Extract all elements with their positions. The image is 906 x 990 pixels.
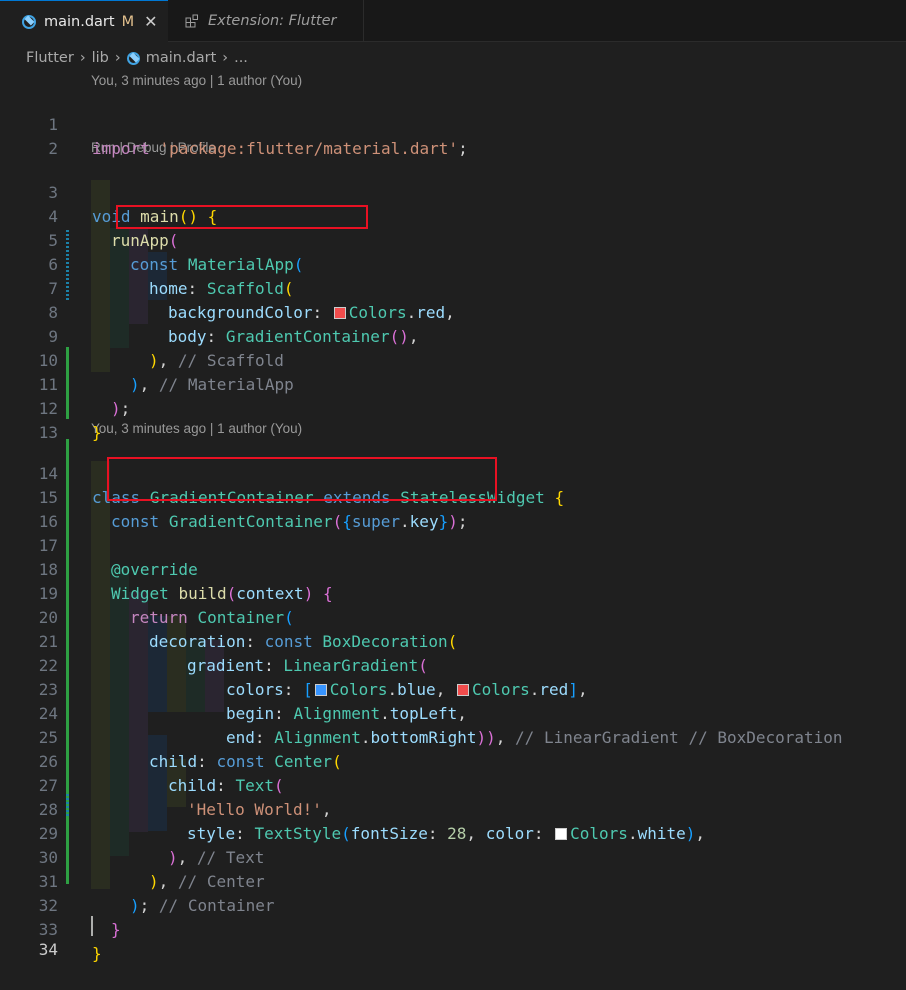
code-line: 17 @override	[0, 510, 198, 579]
code-line: 4 runApp(	[0, 181, 178, 250]
code-line: 32 }	[0, 870, 121, 939]
gutter-added-marker	[66, 347, 69, 419]
gutter-modified-marker	[66, 230, 69, 302]
code-line: 1 import 'package:flutter/material.dart'…	[0, 89, 467, 158]
code-line: 12 }	[0, 373, 102, 442]
code-line: 13	[0, 397, 58, 442]
git-blame-codelens[interactable]: You, 3 minutes ago | 1 author (You)	[91, 70, 302, 92]
code-line: 22 colors: [Colors.blue, Colors.red],	[0, 630, 588, 699]
code-line: 14 class GradientContainer extends State…	[0, 438, 564, 507]
tab-label: Extension: Flutter	[208, 13, 337, 29]
chevron-right-icon: ›	[114, 50, 121, 66]
color-swatch-blue[interactable]	[314, 684, 327, 696]
tab-main-dart[interactable]: main.dart M ✕	[0, 0, 168, 42]
code-line: 21 gradient: LinearGradient(	[0, 606, 428, 675]
tab-extension-flutter[interactable]: Extension: Flutter	[169, 0, 364, 42]
code-line: 9 ), // Scaffold	[0, 301, 284, 370]
close-tab-icon[interactable]: ✕	[144, 12, 157, 31]
code-line: 31 ); // Container	[0, 846, 275, 915]
modified-badge: M	[121, 13, 135, 30]
code-line: 29 ), // Text	[0, 798, 265, 867]
dart-file-icon	[22, 14, 36, 29]
color-swatch-white[interactable]	[555, 828, 568, 840]
code-line: 6 home: Scaffold(	[0, 229, 293, 298]
code-line: 26 child: Text(	[0, 726, 284, 795]
code-line: 24 end: Alignment.bottomRight)), // Line…	[0, 678, 843, 747]
code-line: 27 'Hello World!',	[0, 750, 332, 819]
code-line: 28 style: TextStyle(fontSize: 28, color:…	[0, 774, 705, 843]
code-line: 30 ), // Center	[0, 822, 265, 891]
code-line: 11 );	[0, 349, 131, 418]
code-line: 20 decoration: const BoxDecoration(	[0, 582, 458, 651]
breadcrumb: Flutter › lib › main.dart › ...	[26, 46, 248, 70]
code-line: 23 begin: Alignment.topLeft,	[0, 654, 467, 723]
code-line: 2	[0, 113, 58, 158]
chevron-right-icon: ›	[222, 50, 229, 66]
chevron-right-icon: ›	[79, 50, 86, 66]
breadcrumb-item-symbols[interactable]: ...	[234, 50, 248, 66]
code-line: 25 child: const Center(	[0, 702, 342, 771]
code-line: 15 const GradientContainer({super.key});	[0, 462, 468, 531]
code-line-current: 34	[0, 914, 58, 959]
git-blame-codelens[interactable]: You, 3 minutes ago | 1 author (You)	[91, 418, 302, 440]
code-line: 8 body: GradientContainer(),	[0, 277, 418, 346]
text-cursor	[91, 916, 93, 936]
code-line: 3 void main() {	[0, 157, 217, 226]
breadcrumb-item-lib[interactable]: lib	[92, 50, 109, 66]
code-line: 10 ), // MaterialApp	[0, 325, 294, 394]
gutter-modified-marker	[66, 794, 69, 818]
tab-label: main.dart	[44, 13, 115, 30]
dart-file-icon	[126, 51, 140, 65]
code-line: 16	[0, 486, 58, 531]
color-swatch-red[interactable]	[456, 684, 469, 696]
extensions-icon	[185, 14, 198, 28]
highlight-box-materialapp	[116, 205, 368, 229]
line-number: 34	[38, 940, 58, 959]
code-line: 7 backgroundColor: Colors.red,	[0, 253, 454, 322]
code-line: 19 return Container(	[0, 558, 294, 627]
color-swatch-red[interactable]	[333, 307, 346, 319]
editor-tab-bar: main.dart M ✕ Extension: Flutter	[0, 0, 906, 42]
code-editor[interactable]: You, 3 minutes ago | 1 author (You) Run …	[0, 70, 906, 963]
breadcrumb-item-flutter[interactable]: Flutter	[26, 50, 74, 66]
code-line: 18 Widget build(context) {	[0, 534, 333, 603]
code-line: 5 const MaterialApp(	[0, 205, 303, 274]
indent-guide	[110, 568, 129, 856]
breadcrumb-item-file[interactable]: main.dart	[146, 50, 217, 66]
highlight-box-constructor	[107, 457, 497, 501]
indent-guide	[91, 461, 110, 889]
